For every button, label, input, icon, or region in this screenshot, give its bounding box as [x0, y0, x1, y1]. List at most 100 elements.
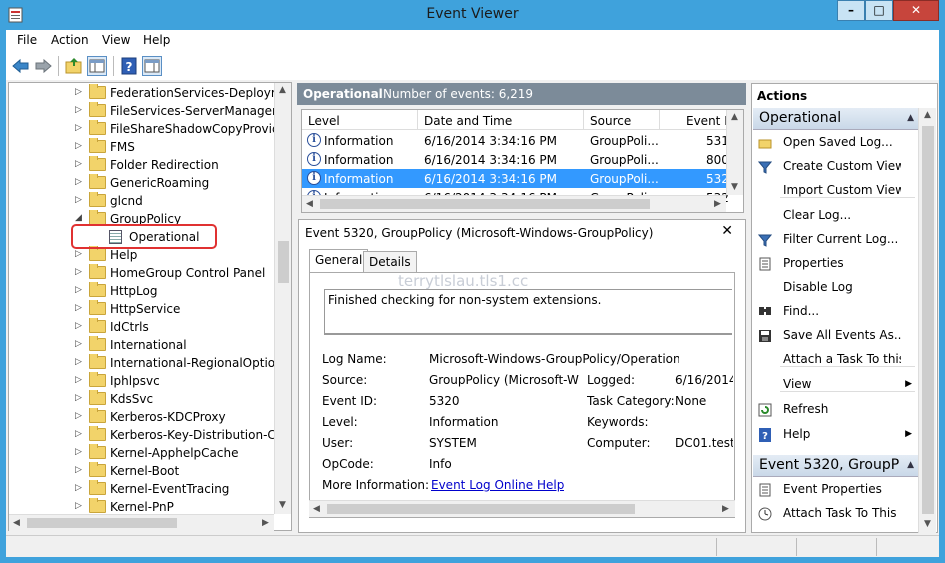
tree-item[interactable]: ▷ International-RegionalOptionsC [9, 354, 274, 372]
tree-horizontal-scrollbar[interactable]: ◀ ▶ [9, 514, 274, 531]
scroll-right-icon[interactable]: ▶ [262, 518, 269, 528]
action-item[interactable]: Attach Task To This Event... [752, 503, 918, 525]
table-row[interactable]: iInformation 6/16/2014 3:34:16 PM GroupPol… [302, 150, 728, 169]
expand-arrow-icon[interactable]: ▷ [75, 105, 82, 115]
actions-section-event[interactable]: Event 5320, GroupPolicy ▲ [753, 455, 919, 477]
tree-item[interactable]: ▷ Iphlpsvc [9, 372, 274, 390]
action-item[interactable]: Open Saved Log... [752, 132, 918, 154]
action-item[interactable]: Import Custom View... [752, 180, 918, 202]
action-item[interactable]: Save All Events As... [752, 325, 918, 347]
tree-vertical-scrollbar[interactable]: ▲ ▼ [274, 83, 291, 514]
action-item[interactable]: ? Help ▶ [752, 424, 918, 446]
tab-general[interactable]: General [309, 249, 369, 273]
tree-item[interactable]: ▷ Folder Redirection [9, 156, 274, 174]
column-header-level[interactable]: Level [302, 110, 418, 130]
column-header-date[interactable]: Date and Time [418, 110, 584, 130]
menu-help[interactable]: Help [143, 33, 170, 47]
collapse-icon[interactable]: ▲ [907, 460, 914, 470]
scroll-thumb[interactable] [320, 199, 650, 209]
expand-arrow-icon[interactable]: ▷ [75, 303, 82, 313]
scroll-thumb[interactable] [922, 126, 934, 514]
tree-item[interactable]: ▷ FMS [9, 138, 274, 156]
action-item[interactable]: Find... [752, 301, 918, 323]
tree-item[interactable]: ▷ Kernel-Boot [9, 462, 274, 480]
close-detail-icon[interactable]: ✕ [721, 223, 733, 239]
actions-section-operational[interactable]: Operational ▲ [753, 108, 919, 130]
scroll-left-icon[interactable]: ◀ [313, 504, 320, 514]
expand-arrow-icon[interactable]: ◢ [75, 213, 82, 223]
back-arrow-icon[interactable] [11, 56, 31, 76]
tree-item[interactable]: ▷ glcnd [9, 192, 274, 210]
tree-item[interactable]: ▷ Kerberos-Key-Distribution-Cent [9, 426, 274, 444]
expand-arrow-icon[interactable]: ▷ [75, 501, 82, 511]
action-item[interactable]: Attach a Task To this Log... [752, 349, 918, 371]
action-item[interactable]: View ▶ [752, 374, 918, 396]
events-horizontal-scrollbar[interactable]: ◀ ▶ [302, 195, 726, 212]
minimize-button[interactable]: – [837, 0, 865, 21]
tree-item[interactable]: ▷ Kernel-ApphelpCache [9, 444, 274, 462]
scroll-up-icon[interactable]: ▲ [731, 112, 738, 122]
expand-arrow-icon[interactable]: ▷ [75, 393, 82, 403]
close-window-button[interactable]: ✕ [893, 0, 939, 21]
expand-arrow-icon[interactable]: ▷ [75, 123, 82, 133]
expand-arrow-icon[interactable]: ▷ [75, 447, 82, 457]
action-item[interactable]: Refresh [752, 399, 918, 421]
tree-item[interactable]: ▷ Kernel-EventTracing [9, 480, 274, 498]
expand-arrow-icon[interactable]: ▷ [75, 249, 82, 259]
tree-item[interactable]: ▷ FileShareShadowCopyProvider [9, 120, 274, 138]
scroll-down-icon[interactable]: ▼ [924, 519, 931, 529]
scroll-thumb[interactable] [278, 241, 289, 283]
tree-item[interactable]: ▷ FileServices-ServerManager-Eve [9, 102, 274, 120]
expand-arrow-icon[interactable]: ▷ [75, 195, 82, 205]
scroll-thumb[interactable] [327, 504, 635, 514]
expand-arrow-icon[interactable]: ▷ [75, 465, 82, 475]
tree-item[interactable]: ▷ KdsSvc [9, 390, 274, 408]
maximize-button[interactable]: □ [865, 0, 893, 21]
tree-item[interactable]: ▷ International [9, 336, 274, 354]
action-item[interactable]: Create Custom View... [752, 156, 918, 178]
tree-item[interactable]: ▷ Kerberos-KDCProxy [9, 408, 274, 426]
tree-item[interactable]: ▷ HomeGroup Control Panel [9, 264, 274, 282]
expand-arrow-icon[interactable]: ▷ [75, 177, 82, 187]
scroll-down-icon[interactable]: ▼ [731, 182, 738, 192]
tree-item[interactable]: ▷ IdCtrls [9, 318, 274, 336]
tree-item[interactable]: ▷ GenericRoaming [9, 174, 274, 192]
table-row[interactable]: iInformation 6/16/2014 3:34:16 PM GroupPol… [302, 131, 728, 150]
collapse-icon[interactable]: ▲ [907, 113, 914, 123]
help-icon[interactable]: ? [119, 56, 139, 76]
show-hide-tree-icon[interactable] [87, 56, 107, 76]
event-log-online-help-link[interactable]: Event Log Online Help [431, 478, 564, 492]
expand-arrow-icon[interactable]: ▷ [75, 483, 82, 493]
scroll-up-icon[interactable]: ▲ [279, 85, 286, 95]
scroll-left-icon[interactable]: ◀ [13, 518, 20, 528]
tree-item[interactable]: ▷ FederationServices-Deployment [9, 84, 274, 102]
expand-arrow-icon[interactable]: ▷ [75, 159, 82, 169]
scroll-right-icon[interactable]: ▶ [714, 199, 721, 209]
expand-arrow-icon[interactable]: ▷ [75, 375, 82, 385]
console-tree[interactable]: ▷ FederationServices-Deployment ▷ FileServi… [8, 82, 292, 531]
expand-arrow-icon[interactable]: ▷ [75, 339, 82, 349]
menu-view[interactable]: View [102, 33, 130, 47]
expand-arrow-icon[interactable]: ▷ [75, 357, 82, 367]
tree-item[interactable]: ▷ HttpService [9, 300, 274, 318]
scroll-up-icon[interactable]: ▲ [924, 110, 931, 120]
action-item[interactable]: Properties [752, 253, 918, 275]
expand-arrow-icon[interactable]: ▷ [75, 267, 82, 277]
action-item[interactable]: Event Properties [752, 479, 918, 501]
tree-item[interactable]: ▷ HttpLog [9, 282, 274, 300]
scroll-right-icon[interactable]: ▶ [722, 504, 729, 514]
expand-arrow-icon[interactable]: ▷ [75, 411, 82, 421]
scroll-down-icon[interactable]: ▼ [279, 500, 286, 510]
show-hide-action-pane-icon[interactable] [142, 56, 162, 76]
scroll-thumb[interactable] [27, 518, 177, 528]
forward-arrow-icon[interactable] [33, 56, 53, 76]
expand-arrow-icon[interactable]: ▷ [75, 87, 82, 97]
action-item[interactable]: Filter Current Log... [752, 229, 918, 251]
expand-arrow-icon[interactable]: ▷ [75, 141, 82, 151]
action-item[interactable]: Disable Log [752, 277, 918, 299]
tab-details[interactable]: Details [363, 251, 417, 272]
scroll-left-icon[interactable]: ◀ [306, 199, 313, 209]
column-header-source[interactable]: Source [584, 110, 660, 130]
events-vertical-scrollbar[interactable]: ▲ ▼ [726, 110, 743, 195]
table-row[interactable]: iInformation 6/16/2014 3:34:16 PM GroupPol… [302, 169, 728, 188]
